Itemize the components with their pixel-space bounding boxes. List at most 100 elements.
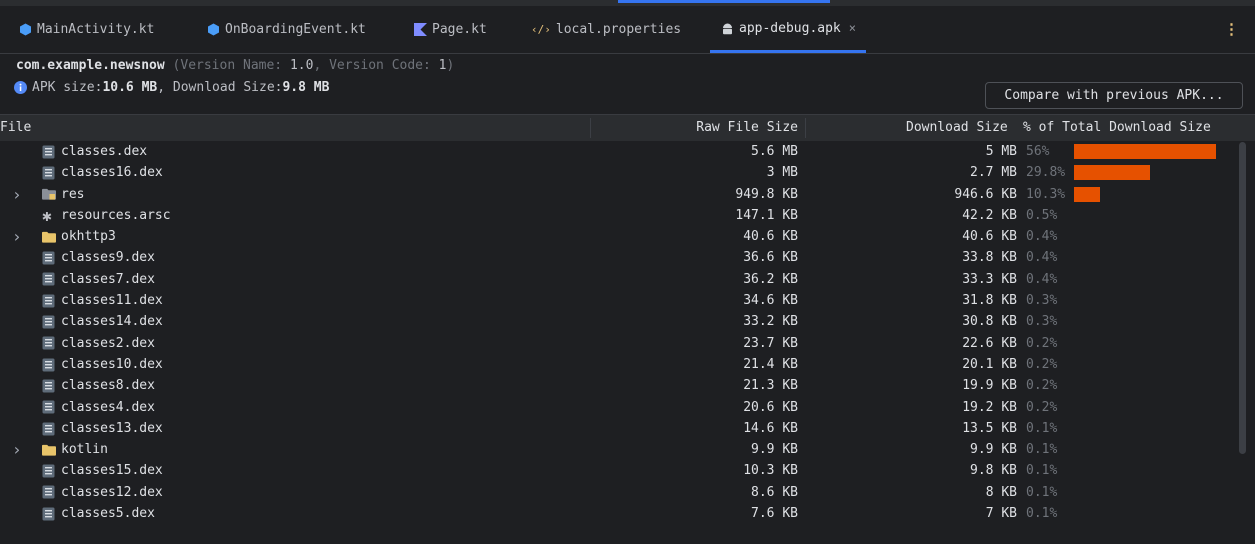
table-row[interactable]: classes14.dex 33.2 KB 30.8 KB 0.3%: [0, 311, 1255, 332]
percent-of-total: 0.3%: [1026, 314, 1058, 330]
table-row[interactable]: classes9.dex 36.6 KB 33.8 KB 0.4%: [0, 247, 1255, 268]
table-row[interactable]: classes11.dex 34.6 KB 31.8 KB 0.3%: [0, 290, 1255, 311]
table-row[interactable]: classes2.dex 23.7 KB 22.6 KB 0.2%: [0, 333, 1255, 354]
download-size: 42.2 KB: [962, 207, 1017, 223]
version-code: 1: [438, 58, 447, 73]
tab-label: MainActivity.kt: [37, 22, 155, 37]
dex-file-icon: [42, 333, 56, 354]
column-divider[interactable]: [590, 118, 591, 138]
column-header-file[interactable]: File: [0, 115, 31, 141]
raw-size: 147.1 KB: [735, 207, 798, 223]
table-row[interactable]: classes8.dex 21.3 KB 19.9 KB 0.2%: [0, 375, 1255, 396]
properties-file-icon: ‹/›: [531, 23, 551, 36]
percent-of-total: 56%: [1026, 144, 1050, 159]
raw-size: 9.9 KB: [751, 442, 798, 458]
raw-size: 21.4 KB: [743, 356, 798, 372]
file-name: classes10.dex: [61, 356, 163, 372]
file-name: classes8.dex: [61, 378, 155, 394]
table-row[interactable]: classes.dex 5.6 MB 5 MB 56%: [0, 141, 1255, 162]
table-row[interactable]: classes4.dex 20.6 KB 19.2 KB 0.2%: [0, 397, 1255, 418]
raw-size: 7.6 KB: [751, 506, 798, 522]
table-row[interactable]: classes15.dex 10.3 KB 9.8 KB 0.1%: [0, 460, 1255, 481]
file-name: classes9.dex: [61, 250, 155, 266]
expand-chevron-icon[interactable]: ›: [12, 226, 26, 247]
tab-local-properties[interactable]: ‹/› local.properties: [521, 6, 691, 53]
more-options-icon[interactable]: ⋮: [1224, 20, 1239, 38]
table-row[interactable]: ✱ resources.arsc 147.1 KB 42.2 KB 0.5%: [0, 205, 1255, 226]
file-name: classes4.dex: [61, 399, 155, 415]
download-size: 5 MB: [985, 144, 1017, 159]
dex-file-icon: [42, 418, 56, 439]
dex-file-icon: [42, 290, 56, 311]
raw-size: 8.6 KB: [751, 484, 798, 500]
dex-file-icon: [42, 247, 56, 268]
download-size: 2.7 MB: [970, 165, 1017, 181]
folder-icon: [42, 226, 56, 247]
file-name: kotlin: [61, 442, 108, 458]
file-name: classes.dex: [61, 144, 148, 159]
percent-of-total: 0.2%: [1026, 378, 1058, 394]
dex-file-icon: [42, 354, 56, 375]
file-name: resources.arsc: [61, 207, 171, 223]
apk-size-label: APK size:: [32, 80, 103, 95]
tab-app-debug-apk[interactable]: app-debug.apk ×: [710, 6, 866, 53]
file-name: okhttp3: [61, 229, 116, 245]
download-size-label: , Download Size:: [157, 80, 283, 95]
file-name: classes14.dex: [61, 314, 163, 330]
percent-of-total: 0.1%: [1026, 484, 1058, 500]
compare-apk-button[interactable]: Compare with previous APK...: [985, 82, 1243, 109]
tab-onboarding-event[interactable]: OnBoardingEvent.kt: [196, 6, 376, 53]
package-name: com.example.newsnow: [16, 58, 165, 73]
percent-of-total: 0.2%: [1026, 335, 1058, 351]
dex-file-icon: [42, 397, 56, 418]
expand-chevron-icon[interactable]: ›: [12, 439, 26, 460]
percent-of-total: 0.1%: [1026, 442, 1058, 458]
download-size: 9.8 KB: [970, 463, 1017, 479]
raw-size: 3 MB: [766, 165, 798, 181]
column-header-raw-size[interactable]: Raw File Size: [696, 115, 798, 141]
file-name: classes5.dex: [61, 506, 155, 522]
vertical-scrollbar[interactable]: [1239, 142, 1246, 454]
top-accent-line: [618, 0, 830, 3]
apk-size-info: APK size: 10.6 MB , Download Size: 9.8 M…: [14, 80, 329, 95]
tab-label: app-debug.apk: [739, 20, 841, 36]
table-row[interactable]: classes7.dex 36.2 KB 33.3 KB 0.4%: [0, 269, 1255, 290]
table-row[interactable]: classes10.dex 21.4 KB 20.1 KB 0.2%: [0, 354, 1255, 375]
kotlin-class-icon: [18, 23, 32, 37]
tab-main-activity[interactable]: MainActivity.kt: [8, 6, 164, 53]
file-table: classes.dex 5.6 MB 5 MB 56% classes16.dex 3 M…: [0, 141, 1255, 544]
expand-chevron-icon[interactable]: ›: [12, 184, 26, 205]
table-row[interactable]: › okhttp3 40.6 KB 40.6 KB 0.4%: [0, 226, 1255, 247]
download-size: 7 KB: [985, 506, 1017, 522]
column-divider[interactable]: [805, 118, 806, 138]
table-row[interactable]: classes13.dex 14.6 KB 13.5 KB 0.1%: [0, 418, 1255, 439]
close-icon[interactable]: ×: [849, 21, 856, 35]
tab-label: local.properties: [555, 22, 682, 37]
table-row[interactable]: › kotlin 9.9 KB 9.9 KB 0.1%: [0, 439, 1255, 460]
asterisk-icon: ✱: [42, 205, 52, 225]
tab-page[interactable]: Page.kt: [403, 6, 497, 53]
percent-of-total: 29.8%: [1026, 165, 1066, 181]
file-name: classes7.dex: [61, 271, 155, 287]
table-row[interactable]: classes16.dex 3 MB 2.7 MB 29.8%: [0, 162, 1255, 183]
package-info: com.example.newsnow (Version Name: 1.0, …: [16, 58, 454, 73]
table-row[interactable]: classes5.dex 7.6 KB 7 KB 0.1%: [0, 503, 1255, 524]
download-size: 8 KB: [985, 484, 1017, 500]
column-header-download-size[interactable]: Download Size: [906, 115, 1008, 141]
raw-size: 34.6 KB: [743, 293, 798, 309]
file-name: res: [61, 186, 85, 202]
dex-file-icon: [42, 482, 56, 503]
table-row[interactable]: classes12.dex 8.6 KB 8 KB 0.1%: [0, 482, 1255, 503]
download-size: 9.9 KB: [970, 442, 1017, 458]
percent-of-total: 0.1%: [1026, 463, 1058, 479]
table-row[interactable]: › res 949.8 KB 946.6 KB 10.3%: [0, 184, 1255, 205]
file-name: classes15.dex: [61, 463, 163, 479]
raw-size: 5.6 MB: [751, 144, 798, 159]
info-icon: [14, 81, 27, 94]
download-size: 33.8 KB: [962, 250, 1017, 266]
download-share-bar: [1074, 144, 1216, 159]
download-size: 22.6 KB: [962, 335, 1017, 351]
dex-file-icon: [42, 141, 56, 162]
column-header-percent[interactable]: % of Total Download Size: [1023, 115, 1211, 141]
dex-file-icon: [42, 311, 56, 332]
